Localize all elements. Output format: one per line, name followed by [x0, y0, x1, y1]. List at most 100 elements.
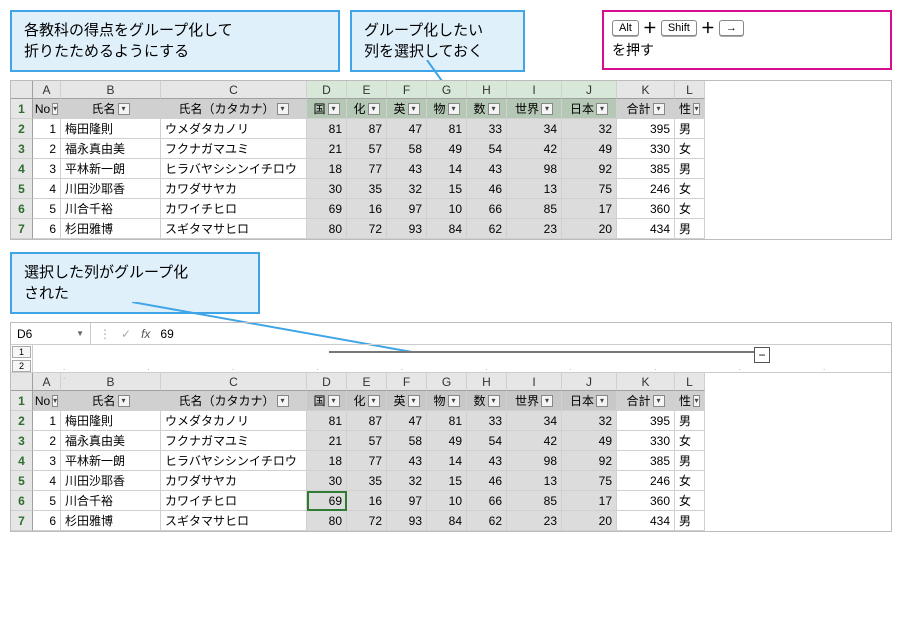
column-header-H[interactable]: H — [467, 81, 507, 99]
filter-icon[interactable]: ▾ — [488, 395, 500, 407]
cell-score[interactable]: 15 — [427, 179, 467, 199]
cell-score[interactable]: 14 — [427, 159, 467, 179]
cell-score[interactable]: 72 — [347, 511, 387, 531]
formula-value[interactable]: 69 — [160, 327, 173, 341]
cell-score[interactable]: 81 — [427, 411, 467, 431]
cell-score[interactable]: 77 — [347, 159, 387, 179]
filter-icon[interactable]: ▾ — [52, 395, 58, 407]
cell-gender[interactable]: 女 — [675, 179, 705, 199]
cell-score[interactable]: 14 — [427, 451, 467, 471]
header-subject-4[interactable]: 数▾ — [467, 391, 507, 411]
cell-score[interactable]: 17 — [562, 199, 617, 219]
cell-total[interactable]: 330 — [617, 139, 675, 159]
filter-icon[interactable]: ▾ — [277, 103, 289, 115]
row-header-5[interactable]: 5 — [11, 471, 33, 491]
cell-score[interactable]: 47 — [387, 411, 427, 431]
cell-kana[interactable]: カワイチヒロ — [161, 199, 307, 219]
cell-score[interactable]: 21 — [307, 139, 347, 159]
cell-no[interactable]: 5 — [33, 199, 61, 219]
outline-level-selector[interactable]: 1 2 — [11, 345, 33, 372]
cell-kana[interactable]: フクナガマユミ — [161, 431, 307, 451]
outline-collapse-button[interactable]: − — [754, 347, 770, 363]
cell-score[interactable]: 58 — [387, 431, 427, 451]
cell-score[interactable]: 87 — [347, 119, 387, 139]
cell-score[interactable]: 49 — [427, 139, 467, 159]
cell-gender[interactable]: 女 — [675, 491, 705, 511]
cell-score[interactable]: 84 — [427, 511, 467, 531]
cell-kana[interactable]: ヒラバヤシシンイチロウ — [161, 451, 307, 471]
column-header-K[interactable]: K — [617, 81, 675, 99]
row-header-1[interactable]: 1 — [11, 391, 33, 411]
header-subject-6[interactable]: 日本▾ — [562, 99, 617, 119]
cell-total[interactable]: 385 — [617, 451, 675, 471]
cell-score[interactable]: 43 — [467, 451, 507, 471]
cell-score[interactable]: 69 — [307, 199, 347, 219]
filter-icon[interactable]: ▾ — [541, 395, 553, 407]
filter-icon[interactable]: ▾ — [448, 395, 460, 407]
filter-icon[interactable]: ▾ — [653, 103, 665, 115]
cell-score[interactable]: 16 — [347, 199, 387, 219]
cell-score[interactable]: 33 — [467, 119, 507, 139]
cell-score[interactable]: 75 — [562, 179, 617, 199]
cell-kana[interactable]: カワイチヒロ — [161, 491, 307, 511]
cell-name[interactable]: 福永真由美 — [61, 139, 161, 159]
filter-icon[interactable]: ▾ — [693, 395, 700, 407]
cell-score[interactable]: 42 — [507, 139, 562, 159]
cell-score[interactable]: 84 — [427, 219, 467, 239]
cell-gender[interactable]: 女 — [675, 431, 705, 451]
header-subject-2[interactable]: 英▾ — [387, 391, 427, 411]
cell-score[interactable]: 69 — [307, 491, 347, 511]
cell-score[interactable]: 92 — [562, 159, 617, 179]
column-header-C[interactable]: C — [161, 81, 307, 99]
filter-icon[interactable]: ▾ — [277, 395, 289, 407]
column-header-G[interactable]: G — [427, 81, 467, 99]
column-header-E[interactable]: E — [347, 81, 387, 99]
cell-total[interactable]: 385 — [617, 159, 675, 179]
cell-score[interactable]: 43 — [467, 159, 507, 179]
filter-icon[interactable]: ▾ — [368, 103, 380, 115]
row-header-3[interactable]: 3 — [11, 431, 33, 451]
cell-score[interactable]: 35 — [347, 179, 387, 199]
filter-icon[interactable]: ▾ — [118, 103, 130, 115]
cell-no[interactable]: 5 — [33, 491, 61, 511]
cell-gender[interactable]: 女 — [675, 139, 705, 159]
cell-gender[interactable]: 女 — [675, 199, 705, 219]
fx-icon[interactable]: fx — [141, 327, 150, 341]
row-header-6[interactable]: 6 — [11, 491, 33, 511]
cell-score[interactable]: 23 — [507, 219, 562, 239]
cell-score[interactable]: 10 — [427, 199, 467, 219]
cell-score[interactable]: 80 — [307, 511, 347, 531]
row-header-5[interactable]: 5 — [11, 179, 33, 199]
filter-icon[interactable]: ▾ — [541, 103, 553, 115]
dropdown-icon[interactable]: ▼ — [76, 329, 84, 338]
header-name[interactable]: 氏名▾ — [61, 99, 161, 119]
cell-total[interactable]: 246 — [617, 179, 675, 199]
cell-score[interactable]: 49 — [562, 431, 617, 451]
cell-name[interactable]: 平林新一朗 — [61, 159, 161, 179]
header-total[interactable]: 合計▾ — [617, 99, 675, 119]
cell-score[interactable]: 15 — [427, 471, 467, 491]
filter-icon[interactable]: ▾ — [448, 103, 460, 115]
cell-name[interactable]: 杉田雅博 — [61, 219, 161, 239]
cell-score[interactable]: 13 — [507, 179, 562, 199]
cell-name[interactable]: 川合千裕 — [61, 199, 161, 219]
cell-kana[interactable]: カワダサヤカ — [161, 179, 307, 199]
cell-gender[interactable]: 男 — [675, 511, 705, 531]
cell-score[interactable]: 93 — [387, 511, 427, 531]
row-header-3[interactable]: 3 — [11, 139, 33, 159]
cell-score[interactable]: 98 — [507, 451, 562, 471]
select-all-corner[interactable] — [11, 81, 33, 99]
cell-gender[interactable]: 男 — [675, 451, 705, 471]
cell-gender[interactable]: 男 — [675, 411, 705, 431]
cell-no[interactable]: 1 — [33, 119, 61, 139]
cell-score[interactable]: 80 — [307, 219, 347, 239]
header-subject-6[interactable]: 日本▾ — [562, 391, 617, 411]
cell-kana[interactable]: カワダサヤカ — [161, 471, 307, 491]
cell-score[interactable]: 62 — [467, 511, 507, 531]
cell-score[interactable]: 23 — [507, 511, 562, 531]
filter-icon[interactable]: ▾ — [653, 395, 665, 407]
cell-gender[interactable]: 男 — [675, 119, 705, 139]
cell-no[interactable]: 3 — [33, 159, 61, 179]
header-subject-5[interactable]: 世界▾ — [507, 99, 562, 119]
row-header-7[interactable]: 7 — [11, 511, 33, 531]
